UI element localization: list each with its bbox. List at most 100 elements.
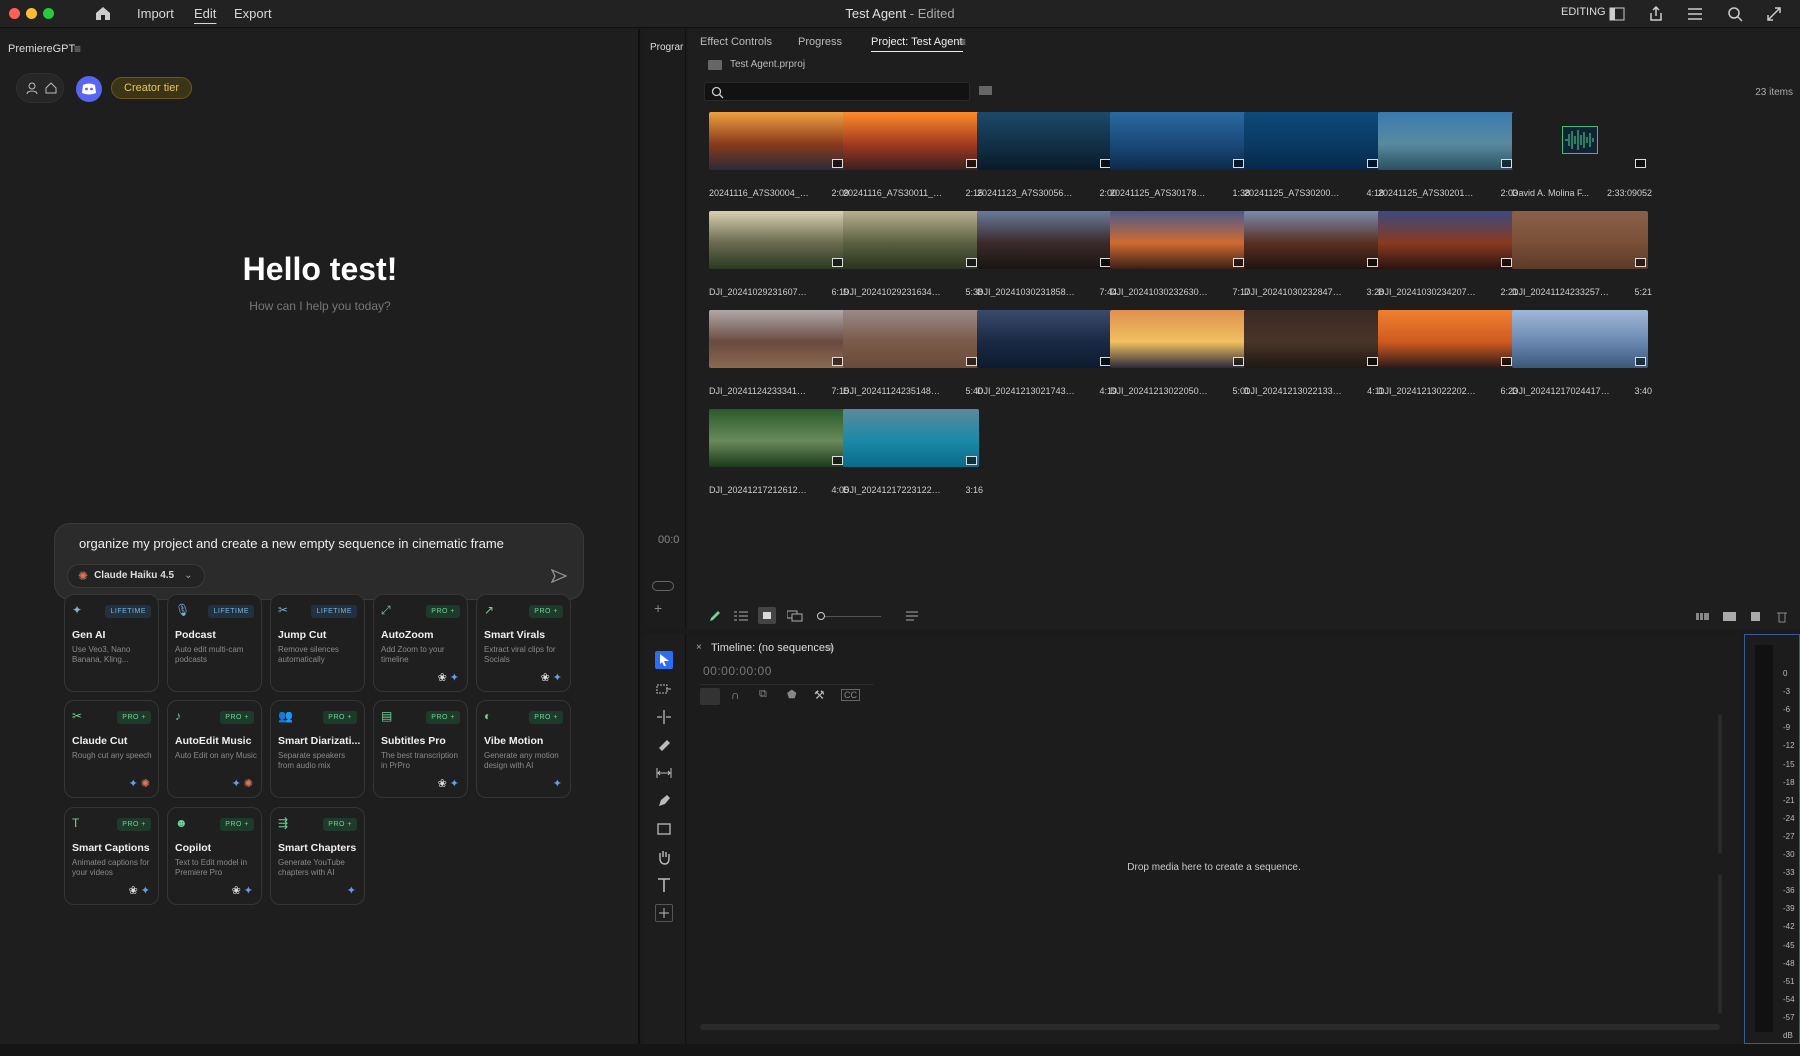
- clip-item[interactable]: DJI_20241029231634_0... 5:38: [843, 211, 983, 297]
- clip-item[interactable]: DJI_20241217223122_0... 3:16: [843, 409, 983, 495]
- icon-view-icon[interactable]: [758, 607, 776, 624]
- prompt-input[interactable]: organize my project and create a new emp…: [79, 536, 504, 551]
- selection-tool-icon[interactable]: [655, 651, 673, 669]
- clip-thumbnail[interactable]: [1512, 112, 1648, 170]
- new-item-icon[interactable]: [1750, 610, 1762, 622]
- search-icon[interactable]: [1725, 4, 1745, 24]
- close-icon[interactable]: ×: [696, 642, 702, 653]
- home-icon[interactable]: [44, 81, 58, 95]
- clip-thumbnail[interactable]: [1378, 211, 1514, 269]
- clip-thumbnail[interactable]: [1512, 310, 1648, 368]
- tab-menu-icon[interactable]: ≡: [959, 35, 966, 49]
- marker-icon[interactable]: ⬟: [787, 688, 797, 701]
- clip-item[interactable]: DJI_20241124233257_0... 5:21: [1512, 211, 1652, 297]
- clip-item[interactable]: 20241125_A7S30178_0... 1:38: [1110, 112, 1250, 198]
- feature-card-smart-virals[interactable]: ↗ PRO + Smart Virals Extract viral clips fo…: [476, 594, 571, 692]
- clip-item[interactable]: DJI_20241124235148_0... 5:40: [843, 310, 983, 396]
- feature-card-subtitles-pro[interactable]: ▤ PRO + Subtitles Pro The best transcriptio…: [373, 700, 468, 798]
- clip-thumbnail[interactable]: [977, 112, 1113, 170]
- discord-icon[interactable]: [76, 76, 102, 102]
- menu-import[interactable]: Import: [137, 6, 174, 21]
- feature-card-smart-captions[interactable]: T PRO + Smart Captions Animated captions fo…: [64, 807, 159, 905]
- clip-thumbnail[interactable]: [709, 112, 845, 170]
- video-scrollbar[interactable]: [1718, 714, 1722, 854]
- clip-thumbnail[interactable]: [1378, 112, 1514, 170]
- generative-extend-tool-icon[interactable]: [655, 904, 673, 922]
- clip-item[interactable]: DJI_20241030234207_0... 2:21: [1378, 211, 1518, 297]
- vr-toggle-icon[interactable]: [652, 581, 674, 591]
- track-select-tool-icon[interactable]: [655, 680, 673, 698]
- menu-edit[interactable]: Edit: [194, 6, 216, 21]
- timeline-timecode[interactable]: 00:00:00:00: [703, 664, 772, 678]
- freeform-view-icon[interactable]: [787, 610, 803, 622]
- wrench-icon[interactable]: ⚒: [814, 688, 825, 702]
- timeline-title[interactable]: Timeline: (no sequences): [711, 642, 834, 654]
- tier-badge[interactable]: Creator tier: [111, 77, 193, 99]
- feature-card-vibe-motion[interactable]: ◐ PRO + Vibe Motion Generate any motion des…: [476, 700, 571, 798]
- clip-thumbnail[interactable]: [843, 409, 979, 467]
- clip-item[interactable]: DJI_20241213022050_0... 5:01: [1110, 310, 1250, 396]
- clip-item[interactable]: David A. Molina F... 2:33:09052: [1512, 112, 1652, 198]
- clip-thumbnail[interactable]: [977, 211, 1113, 269]
- new-bin-icon[interactable]: [979, 85, 993, 96]
- trash-icon[interactable]: [1776, 610, 1788, 623]
- clip-thumbnail[interactable]: [1244, 310, 1380, 368]
- tab-project[interactable]: Project: Test Agent: [871, 36, 963, 52]
- clip-item[interactable]: DJI_20241213021743_0... 4:19: [977, 310, 1117, 396]
- sort-icon[interactable]: [906, 610, 918, 622]
- type-tool-icon[interactable]: [655, 876, 673, 894]
- nest-icon[interactable]: [700, 688, 720, 705]
- workspace-label[interactable]: EDITING: [1561, 6, 1606, 18]
- clip-item[interactable]: DJI_20241213022202_0... 6:23: [1378, 310, 1518, 396]
- user-icon[interactable]: [25, 81, 39, 95]
- hand-tool-icon[interactable]: [655, 848, 673, 866]
- send-button[interactable]: [551, 568, 567, 584]
- minimize-window-button[interactable]: [26, 8, 37, 19]
- clip-thumbnail[interactable]: [977, 310, 1113, 368]
- rectangle-tool-icon[interactable]: [655, 820, 673, 838]
- snap-icon[interactable]: ∩: [731, 688, 740, 702]
- share-icon[interactable]: [1646, 4, 1666, 24]
- settings-list-icon[interactable]: [1685, 4, 1705, 24]
- feature-card-smart-diarizati[interactable]: 👥 PRO + Smart Diarizati... Separate speaker…: [270, 700, 365, 798]
- audio-scrollbar[interactable]: [1718, 874, 1722, 1014]
- timeline-menu-icon[interactable]: ≡: [826, 641, 833, 655]
- razor-tool-icon[interactable]: [655, 736, 673, 754]
- feature-card-autozoom[interactable]: ⤢ PRO + AutoZoom Add Zoom to your timeline ❀…: [373, 594, 468, 692]
- clip-item[interactable]: DJI_20241124233341_0... 7:15: [709, 310, 849, 396]
- clip-thumbnail[interactable]: [1512, 211, 1648, 269]
- zoom-slider[interactable]: [817, 612, 881, 620]
- clip-item[interactable]: DJI_20241029231607_0... 6:19: [709, 211, 849, 297]
- clip-thumbnail[interactable]: [1110, 112, 1246, 170]
- home-icon[interactable]: [94, 5, 112, 22]
- close-window-button[interactable]: [9, 8, 20, 19]
- program-tab[interactable]: Prograr: [650, 42, 686, 53]
- feature-card-claude-cut[interactable]: ✂ PRO + Claude Cut Rough cut any speech ✦ ✺: [64, 700, 159, 798]
- clip-thumbnail[interactable]: [843, 310, 979, 368]
- clip-thumbnail[interactable]: [843, 211, 979, 269]
- clip-thumbnail[interactable]: [709, 310, 845, 368]
- feature-card-jump-cut[interactable]: ✂ LIFETIME Jump Cut Remove silences automat…: [270, 594, 365, 692]
- clip-item[interactable]: 20241125_A7S30201_0... 2:03: [1378, 112, 1518, 198]
- feature-card-copilot[interactable]: ☻ PRO + Copilot Text to Edit model in Premi…: [167, 807, 262, 905]
- panel-layout-icon[interactable]: [1607, 4, 1627, 24]
- ripple-edit-tool-icon[interactable]: [655, 708, 673, 726]
- prompt-box[interactable]: organize my project and create a new emp…: [54, 523, 584, 600]
- horizontal-scrollbar[interactable]: [700, 1024, 1720, 1030]
- panel-menu-icon[interactable]: ≡: [74, 42, 81, 56]
- clip-thumbnail[interactable]: [1110, 310, 1246, 368]
- clip-thumbnail[interactable]: [1110, 211, 1246, 269]
- tab-effect-controls[interactable]: Effect Controls: [700, 36, 772, 48]
- feature-card-smart-chapters[interactable]: ⇶ PRO + Smart Chapters Generate YouTube cha…: [270, 807, 365, 905]
- clip-item[interactable]: 20241123_A7S30056_0... 2:00: [977, 112, 1117, 198]
- clip-thumbnail[interactable]: [1244, 112, 1380, 170]
- captions-icon[interactable]: CC: [841, 689, 860, 701]
- clip-thumbnail[interactable]: [843, 112, 979, 170]
- new-bin-icon[interactable]: [1723, 610, 1737, 622]
- clip-item[interactable]: DJI_20241213022133_0... 4:11: [1244, 310, 1384, 396]
- clip-thumbnail[interactable]: [709, 409, 845, 467]
- clip-thumbnail[interactable]: [1378, 310, 1514, 368]
- tab-progress[interactable]: Progress: [798, 36, 842, 48]
- clip-item[interactable]: 20241116_A7S30011_0... 2:15: [843, 112, 983, 198]
- feature-card-gen-ai[interactable]: ✦ LIFETIME Gen AI Use Veo3, Nano Banana, Kl…: [64, 594, 159, 692]
